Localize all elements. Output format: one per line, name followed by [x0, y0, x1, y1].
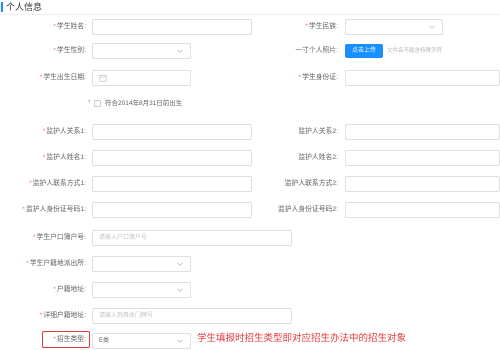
student-id-label: *学生身份证: [298, 74, 338, 81]
enrollment-type-value: E类 [99, 338, 110, 344]
student-ethnicity-label: *学生民族: [305, 23, 338, 30]
guardian2-relation-input[interactable] [345, 124, 500, 140]
guardian1-contact-input[interactable] [92, 176, 252, 192]
birth-before-checkbox[interactable] [94, 100, 101, 107]
chevron-down-icon [177, 288, 183, 292]
household-number-placeholder: 请输入户口簿户号 [99, 235, 148, 241]
student-name-input[interactable] [92, 19, 252, 35]
student-name-label: *学生姓名: [53, 23, 86, 30]
calendar-icon [99, 74, 107, 82]
guardian2-relation-label: 监护人关系2: [298, 128, 338, 135]
student-birthdate-label: *学生出生日期: [39, 74, 86, 81]
section-accent-bar [1, 2, 3, 12]
enrollment-type-select[interactable]: E类 [92, 333, 191, 349]
student-gender-select[interactable] [92, 43, 191, 59]
household-police-label: *学生户籍地派出所: [26, 260, 86, 267]
household-number-label: *学生户口簿户号: [32, 234, 86, 241]
guardian1-name-input[interactable] [92, 150, 252, 166]
student-birthdate-input[interactable] [92, 70, 191, 86]
chevron-down-icon [177, 49, 183, 53]
guardian2-name-input[interactable] [345, 150, 500, 166]
household-address-select[interactable] [92, 282, 191, 298]
chevron-down-icon [177, 339, 183, 343]
chevron-down-icon [429, 25, 435, 29]
upload-button[interactable]: 点击上传 [345, 44, 383, 58]
guardian1-relation-input[interactable] [92, 124, 252, 140]
checkbox-required-mark: * [88, 100, 91, 106]
household-address-label: *户籍地址: [53, 286, 86, 293]
section-title: 个人信息 [6, 2, 43, 12]
guardian1-contact-label: *监护人联系方式1: [29, 180, 86, 187]
guardian1-id-input[interactable] [92, 202, 252, 218]
guardian2-contact-input[interactable] [345, 176, 500, 192]
guardian1-id-label: *监护人身份证号码1: [22, 206, 86, 213]
upload-hint: 文件名不能含特殊字符 [387, 48, 443, 54]
birth-checkbox-label: 符合2014年8月31日前出生 [105, 100, 183, 107]
photo-label: 一寸个人照片: [295, 47, 338, 54]
detailed-address-placeholder: 请输入到具体门牌号 [99, 313, 154, 319]
enrollment-type-label: *招生类型: [53, 336, 86, 343]
student-gender-label: *学生性别: [53, 47, 86, 54]
household-number-input[interactable]: 请输入户口簿户号 [92, 230, 292, 246]
chevron-down-icon [177, 262, 183, 266]
guardian2-name-label: 监护人姓名2: [298, 154, 338, 161]
student-id-input[interactable] [345, 70, 500, 86]
guardian2-id-label: 监护人身份证号码2: [277, 206, 338, 213]
section-divider [0, 14, 500, 15]
guardian1-name-label: *监护人姓名1: [42, 154, 86, 161]
detailed-address-label: *详细户籍地址: [39, 312, 86, 319]
enrollment-annotation: 学生填报时招生类型即对应招生办法中的招生对象 [197, 333, 407, 344]
guardian2-contact-label: 监护人联系方式2: [284, 180, 338, 187]
guardian2-id-input[interactable] [345, 202, 500, 218]
household-police-select[interactable] [92, 256, 191, 272]
student-ethnicity-select[interactable] [345, 19, 443, 35]
guardian1-relation-label: *监护人关系1: [42, 128, 86, 135]
detailed-address-input[interactable]: 请输入到具体门牌号 [92, 308, 292, 324]
